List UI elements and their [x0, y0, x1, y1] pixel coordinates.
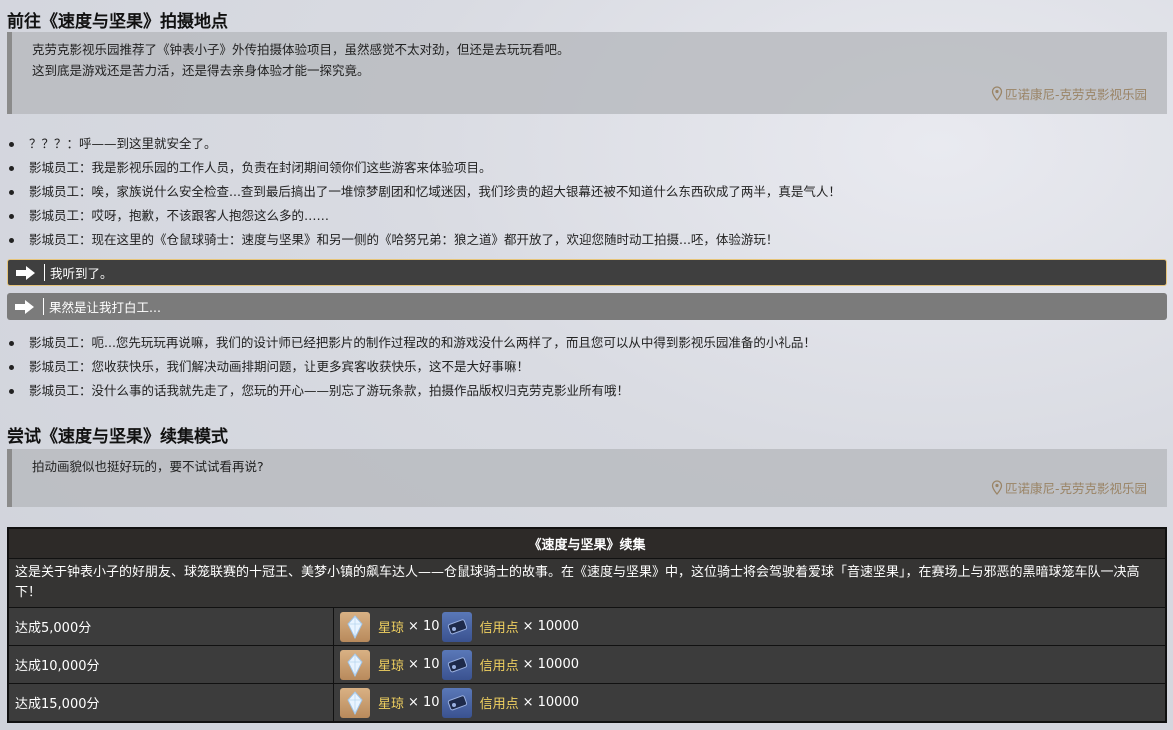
dialog-line: 影城员工：现在这里的《仓鼠球骑士：速度与坚果》和另一侧的《哈努兄弟：狼之道》都开… — [7, 228, 841, 252]
dialog-line: 影城员工：您收获快乐，我们解决动画排期问题，让更多宾客收获快乐，这不是大好事嘛！ — [7, 355, 816, 379]
reward-quantity: × 10 — [408, 619, 440, 634]
map-pin-icon — [991, 480, 1003, 495]
dialog-line: ？？？：呼——到这里就安全了。 — [7, 132, 841, 156]
option-text: 我听到了。 — [50, 266, 113, 281]
credit-icon — [441, 611, 472, 642]
credit-icon — [441, 687, 472, 718]
description-line: 拍动画貌似也挺好玩的，要不试试看再说? — [32, 459, 264, 474]
reward-name: 星琼 — [378, 697, 405, 712]
dialog-line: 影城员工：唉，家族说什么安全检查...查到最后搞出了一堆惊梦剧团和忆域迷因，我们… — [7, 180, 841, 204]
dialog-list: ？？？：呼——到这里就安全了。 影城员工：我是影视乐园的工作人员，负责在封闭期间… — [7, 132, 841, 252]
dialog-option-selected[interactable]: 我听到了。 — [7, 259, 1167, 286]
stellar-jade-icon — [340, 611, 370, 642]
dialog-line: 影城员工：我是影视乐园的工作人员，负责在封闭期间领你们这些游客来体验项目。 — [7, 156, 841, 180]
dialog-list: 影城员工：呃...您先玩玩再说嘛，我们的设计师已经把影片的制作过程改的和游戏没什… — [7, 331, 816, 403]
quest-description: 拍动画貌似也挺好玩的，要不试试看再说? 匹诺康尼-克劳克影视乐园 — [7, 449, 1167, 507]
reward-cell: 星琼 × 10 信用点 × 10000 — [333, 645, 1167, 684]
reward-name: 星琼 — [378, 621, 405, 636]
section-title: 尝试《速度与坚果》续集模式 — [7, 427, 228, 447]
reward-quantity: × 10000 — [522, 657, 579, 672]
table-row: 达成15,000分 星琼 × 10 信用点 × 10000 — [7, 683, 1167, 723]
reward-name: 信用点 — [479, 659, 519, 674]
reward-quantity: × 10 — [408, 695, 440, 710]
dialog-line: 影城员工：呃...您先玩玩再说嘛，我们的设计师已经把影片的制作过程改的和游戏没什… — [7, 331, 816, 355]
dialog-line: 影城员工：没什么事的话我就先走了，您玩的开心——别忘了游玩条款，拍摄作品版权归克… — [7, 379, 816, 403]
location-label: 匹诺康尼-克劳克影视乐园 — [991, 84, 1147, 103]
dialog-line: 影城员工：哎呀，抱歉，不该跟客人抱怨这么多的…… — [7, 204, 841, 228]
reward-quantity: × 10 — [408, 657, 440, 672]
reward-cell: 星琼 × 10 信用点 × 10000 — [333, 683, 1167, 723]
table-row: 达成10,000分 星琼 × 10 信用点 × 10000 — [7, 645, 1167, 684]
table-row: 达成5,000分 星琼 × 10 信用点 × 10000 — [7, 607, 1167, 646]
reward-name: 星琼 — [378, 659, 405, 674]
section-title: 前往《速度与坚果》拍摄地点 — [7, 12, 228, 32]
score-label: 达成15,000分 — [7, 683, 334, 723]
description-line: 这到底是游戏还是苦力活，还是得去亲身体验才能一探究竟。 — [32, 63, 370, 78]
stellar-jade-icon — [340, 687, 370, 718]
option-text: 果然是让我打白工... — [49, 300, 161, 315]
location-label: 匹诺康尼-克劳克影视乐园 — [991, 478, 1147, 497]
map-pin-icon — [991, 86, 1003, 101]
option-divider — [43, 298, 44, 315]
score-label: 达成10,000分 — [7, 645, 334, 684]
score-label: 达成5,000分 — [7, 607, 334, 646]
reward-name: 信用点 — [479, 697, 519, 712]
reward-cell: 星琼 × 10 信用点 × 10000 — [333, 607, 1167, 646]
location-text: 匹诺康尼-克劳克影视乐园 — [1004, 87, 1147, 102]
arrow-right-icon — [8, 265, 44, 280]
location-text: 匹诺康尼-克劳克影视乐园 — [1004, 481, 1147, 496]
rewards-table: 《速度与坚果》续集 这是关于钟表小子的好朋友、球笼联赛的十冠王、美梦小镇的飙车达… — [7, 527, 1167, 723]
reward-quantity: × 10000 — [522, 619, 579, 634]
reward-quantity: × 10000 — [522, 695, 579, 710]
option-divider — [44, 264, 45, 281]
dialog-option[interactable]: 果然是让我打白工... — [7, 293, 1167, 320]
table-title: 《速度与坚果》续集 — [7, 527, 1167, 559]
reward-name: 信用点 — [479, 621, 519, 636]
arrow-right-icon — [7, 299, 43, 314]
description-line: 克劳克影视乐园推荐了《钟表小子》外传拍摄体验项目，虽然感觉不太对劲，但还是去玩玩… — [32, 42, 570, 57]
stellar-jade-icon — [340, 649, 370, 680]
credit-icon — [441, 649, 472, 680]
table-description: 这是关于钟表小子的好朋友、球笼联赛的十冠王、美梦小镇的飙车达人——仓鼠球骑士的故… — [7, 558, 1167, 608]
quest-description: 克劳克影视乐园推荐了《钟表小子》外传拍摄体验项目，虽然感觉不太对劲，但还是去玩玩… — [7, 32, 1167, 114]
